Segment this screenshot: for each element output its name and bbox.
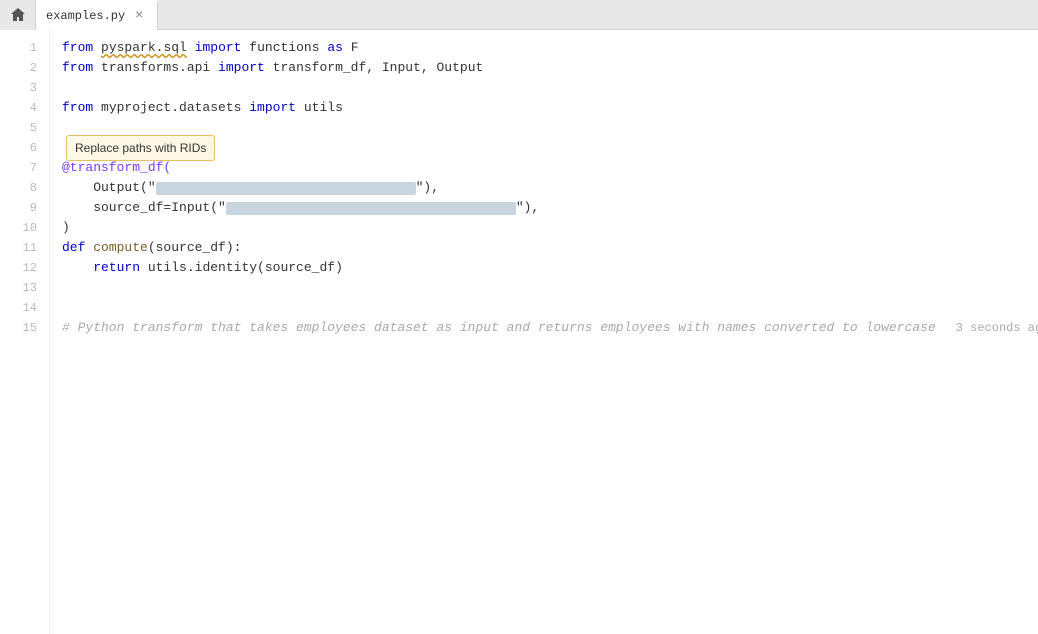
code-line-6: Replace paths with RIDs (62, 138, 1038, 158)
code-line-14 (62, 298, 1038, 318)
line-number: 8 (30, 178, 37, 198)
keyword-from: from (62, 58, 93, 78)
tab-filename: examples.py (46, 9, 125, 23)
line-number: 7 (30, 158, 37, 178)
code-area[interactable]: from pyspark.sql import functions as F f… (50, 30, 1038, 634)
title-bar: examples.py × (0, 0, 1038, 30)
code-line-11: def compute (source_df): (62, 238, 1038, 258)
code-line-10: ) (62, 218, 1038, 238)
keyword-def: def (62, 238, 85, 258)
line-number: 12 (23, 258, 37, 278)
keyword-as: as (327, 38, 343, 58)
code-line-15: # Python transform that takes employees … (62, 318, 1038, 338)
code-line-8: Output(" "), (62, 178, 1038, 198)
code-line-12: return utils.identity(source_df) (62, 258, 1038, 278)
editor-container: 1 2 3 4 5 6 7 8 9 10 11 12 13 14 15 from… (0, 30, 1038, 634)
tooltip-replace-paths[interactable]: Replace paths with RIDs (66, 135, 215, 161)
code-line-3 (62, 78, 1038, 98)
code-line-4: from myproject.datasets import utils (62, 98, 1038, 118)
code-line-9: source_df=Input(" "), (62, 198, 1038, 218)
line-number: 10 (23, 218, 37, 238)
line-number: 11 (23, 238, 37, 258)
home-icon (10, 7, 26, 23)
keyword-import: import (195, 38, 242, 58)
line-number: 4 (30, 98, 37, 118)
tab-close-button[interactable]: × (131, 8, 147, 24)
keyword-from: from (62, 38, 93, 58)
file-tab[interactable]: examples.py × (36, 0, 158, 30)
line-number: 3 (30, 78, 37, 98)
line-number: 14 (23, 298, 37, 318)
function-name: compute (93, 238, 148, 258)
keyword-from: from (62, 98, 93, 118)
ai-timestamp: 3 seconds ago · (956, 318, 1038, 338)
line-number: 1 (30, 38, 37, 58)
line-number: 13 (23, 278, 37, 298)
code-line-13 (62, 278, 1038, 298)
blurred-input-path (226, 202, 516, 215)
line-number: 15 (23, 318, 37, 338)
home-tab[interactable] (0, 0, 36, 30)
line-numbers: 1 2 3 4 5 6 7 8 9 10 11 12 13 14 15 (0, 30, 50, 634)
blurred-output-path (156, 182, 416, 195)
code-line-2: from transforms.api import transform_df,… (62, 58, 1038, 78)
line-number: 6 (30, 138, 37, 158)
line-number: 9 (30, 198, 37, 218)
ai-comment: # Python transform that takes employees … (62, 318, 936, 338)
code-line-7: @transform_df( (62, 158, 1038, 178)
keyword-import: import (249, 98, 296, 118)
line-number: 2 (30, 58, 37, 78)
editor-content: 1 2 3 4 5 6 7 8 9 10 11 12 13 14 15 from… (0, 30, 1038, 634)
keyword-return: return (93, 258, 140, 278)
keyword-import: import (218, 58, 265, 78)
code-line-1: from pyspark.sql import functions as F (62, 38, 1038, 58)
line-number: 5 (30, 118, 37, 138)
module-name: pyspark.sql (101, 38, 187, 58)
decorator: @transform_df( (62, 158, 171, 178)
